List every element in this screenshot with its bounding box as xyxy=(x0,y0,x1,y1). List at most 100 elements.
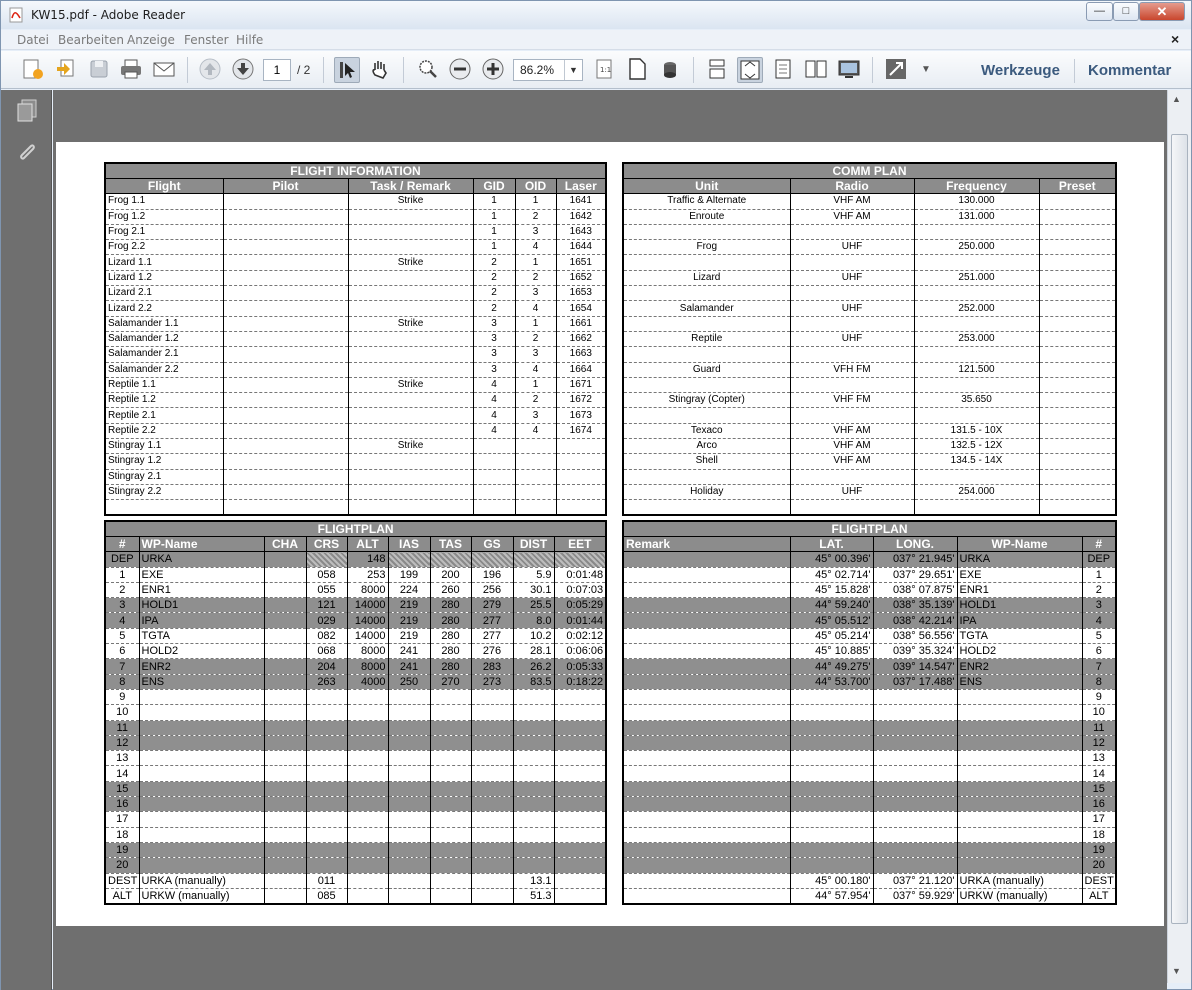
table-cell: IPA xyxy=(138,612,265,629)
table-cell: Frog 1.2 xyxy=(104,209,224,225)
table-cell: Stingray 1.2 xyxy=(104,453,224,470)
page-thumbnails-icon[interactable] xyxy=(14,98,40,124)
menu-fenster[interactable]: Fenster xyxy=(184,33,229,47)
table-cell: 1 xyxy=(472,193,516,210)
save-icon[interactable] xyxy=(86,57,112,83)
table-cell: Holiday xyxy=(622,484,791,501)
table-cell xyxy=(622,827,791,843)
menu-hilfe[interactable]: Hilfe xyxy=(236,33,263,47)
flightplan-right-table: FLIGHTPLAN Remark LAT. LONG. WP-Name # 45° 0… xyxy=(622,520,1118,905)
attachments-paperclip-icon[interactable] xyxy=(14,140,40,166)
next-page-icon[interactable] xyxy=(230,57,256,83)
table-cell xyxy=(913,285,1040,302)
flight-information-table: FLIGHT INFORMATION Flight Pilot Task / Rem… xyxy=(104,162,608,517)
open-file-icon[interactable] xyxy=(53,57,79,83)
scrollbar-thumb[interactable] xyxy=(1171,134,1188,924)
vertical-scrollbar[interactable]: ▲ ▼ xyxy=(1167,90,1191,983)
table-row: Frog 1.2 1 2 1642 xyxy=(104,209,607,225)
table-cell: 037° 21.120' xyxy=(872,873,958,889)
table-cell xyxy=(553,689,607,706)
page-number-input[interactable]: 1 xyxy=(263,59,291,81)
table-cell xyxy=(913,316,1040,332)
table-cell: 4 xyxy=(472,392,516,409)
minimize-button[interactable]: — xyxy=(1086,2,1113,21)
table-cell xyxy=(429,827,472,843)
table-row xyxy=(622,285,1117,302)
table-cell xyxy=(263,720,307,736)
table-cell xyxy=(138,827,265,843)
table-cell xyxy=(872,796,958,813)
maximize-button[interactable]: □ xyxy=(1113,2,1139,21)
table-cell: 45° 10.885' xyxy=(789,643,874,660)
toolbar-separator xyxy=(187,57,188,83)
table-cell: VHF AM xyxy=(789,423,915,440)
chevron-down-icon[interactable]: ▼ xyxy=(564,60,582,80)
close-window-button[interactable]: ✕ xyxy=(1139,2,1185,21)
table-cell: 11 xyxy=(104,720,140,736)
table-row: Salamander 1.2 3 2 1662 xyxy=(104,331,607,348)
table-cell: Salamander 1.1 xyxy=(104,316,224,332)
zoom-in-icon[interactable] xyxy=(480,57,506,83)
full-screen-icon[interactable] xyxy=(836,57,862,83)
tools-pane-button[interactable]: Werkzeuge xyxy=(981,62,1060,79)
menu-anzeige[interactable]: Anzeige xyxy=(127,33,175,47)
zoom-level-select[interactable]: 86.2% ▼ xyxy=(513,59,583,81)
table-cell: UHF xyxy=(789,300,915,317)
table-cell xyxy=(789,765,874,782)
table-cell: 1671 xyxy=(555,377,607,394)
table-cell: 4 xyxy=(1081,612,1117,629)
table-cell xyxy=(347,499,474,516)
hand-tool-icon[interactable] xyxy=(367,57,393,83)
close-document-button[interactable]: × xyxy=(1171,31,1179,47)
previous-page-icon[interactable] xyxy=(197,57,223,83)
table-cell: 1 xyxy=(104,567,140,583)
select-text-icon[interactable] xyxy=(334,57,360,83)
table-cell xyxy=(789,346,915,363)
zoom-out-icon[interactable] xyxy=(447,57,473,83)
table-cell xyxy=(347,362,474,378)
table-cell xyxy=(789,720,874,736)
table-cell: 13 xyxy=(104,750,140,767)
table-cell: 1644 xyxy=(555,239,607,256)
title-bar[interactable]: KW15.pdf - Adobe Reader — □ ✕ xyxy=(1,1,1191,29)
table-cell: 1641 xyxy=(555,193,607,210)
table-cell xyxy=(512,735,555,752)
scroll-up-icon[interactable]: ▲ xyxy=(1172,94,1181,104)
table-cell xyxy=(1038,423,1117,440)
toolbar-menu-chevron-icon[interactable]: ▼ xyxy=(913,57,939,83)
scroll-down-icon[interactable]: ▼ xyxy=(1172,966,1181,976)
table-cell: URKA xyxy=(956,551,1083,568)
table-cell xyxy=(622,612,791,629)
table-row: 45° 05.214' 038° 56.556' TGTA 5 xyxy=(622,628,1117,645)
table-cell xyxy=(553,720,607,736)
table-row: Guard VFH FM 121.500 xyxy=(622,362,1117,378)
actual-size-icon[interactable]: 1:1 xyxy=(591,57,617,83)
table-cell: 17 xyxy=(1081,811,1117,828)
create-pdf-icon[interactable] xyxy=(19,57,45,83)
table-cell: 1 xyxy=(472,209,516,225)
column-header: Pilot xyxy=(222,178,349,195)
menu-bearbeiten[interactable]: Bearbeiten xyxy=(58,33,124,47)
table-cell: Lizard 2.2 xyxy=(104,300,224,317)
table-cell xyxy=(470,735,514,752)
table-cell xyxy=(346,704,389,721)
scrolling-mode-icon[interactable] xyxy=(770,57,796,83)
table-cell xyxy=(789,781,874,798)
table-cell xyxy=(553,735,607,752)
menu-datei[interactable]: Datei xyxy=(17,33,49,47)
read-mode-icon[interactable] xyxy=(657,57,683,83)
table-cell: Reptile 2.2 xyxy=(104,423,224,440)
fit-page-icon[interactable] xyxy=(624,57,650,83)
two-page-icon[interactable] xyxy=(803,57,829,83)
print-icon[interactable] xyxy=(118,57,144,83)
email-icon[interactable] xyxy=(151,57,177,83)
marquee-zoom-icon[interactable] xyxy=(414,57,440,83)
single-page-icon[interactable] xyxy=(704,57,730,83)
comment-pane-button[interactable]: Kommentar xyxy=(1088,62,1171,79)
table-cell: 0:07:03 xyxy=(553,582,607,599)
table-row: ALT URKW (manually) 085 51.3 xyxy=(104,888,607,905)
expand-icon[interactable] xyxy=(883,57,909,83)
table-cell: ENS xyxy=(956,674,1083,690)
fit-window-icon[interactable] xyxy=(737,57,763,83)
table-cell xyxy=(1038,193,1117,210)
